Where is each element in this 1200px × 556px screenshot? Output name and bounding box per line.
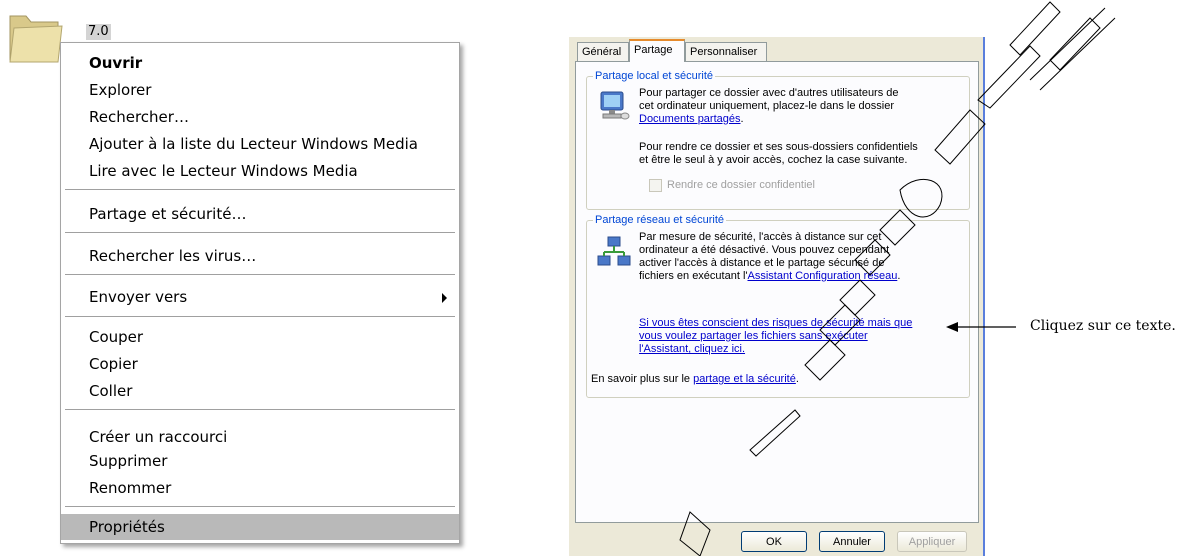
menu-item-partage-securite[interactable]: Partage et sécurité…: [61, 201, 459, 227]
private-folder-checkbox[interactable]: [649, 179, 662, 192]
share-without-wizard-link-line3[interactable]: l'Assistant, cliquez ici.: [639, 343, 745, 356]
network-text-prefix: fichiers en exécutant l': [639, 270, 748, 282]
menu-separator: [65, 316, 455, 317]
ok-button[interactable]: OK: [741, 531, 807, 552]
link-suffix: .: [795, 373, 799, 385]
menu-item-ajouter-liste-wmp[interactable]: Ajouter à la liste du Lecteur Windows Me…: [61, 131, 459, 157]
apply-button[interactable]: Appliquer: [897, 531, 967, 552]
share-without-wizard-link-line2[interactable]: vous voulez partager les fichiers sans e…: [639, 330, 868, 343]
tab-partage[interactable]: Partage: [629, 39, 685, 62]
menu-item-rechercher[interactable]: Rechercher…: [61, 104, 459, 130]
folder-icon[interactable]: [6, 6, 64, 66]
menu-item-creer-raccourci[interactable]: Créer un raccourci: [61, 424, 459, 450]
menu-item-ouvrir[interactable]: Ouvrir: [61, 50, 459, 76]
cancel-button[interactable]: Annuler: [819, 531, 885, 552]
network-sharing-title: Partage réseau et sécurité: [593, 213, 727, 227]
private-folder-text-line2: et être le seul à y avoir accès, cochez …: [639, 154, 908, 166]
learn-more-prefix: En savoir plus sur le: [591, 373, 694, 385]
link-suffix: .: [740, 113, 744, 125]
tab-general[interactable]: Général: [577, 42, 629, 61]
share-without-wizard-link-line1[interactable]: Si vous êtes conscient des risques de sé…: [639, 317, 912, 330]
menu-item-explorer[interactable]: Explorer: [61, 77, 459, 103]
menu-item-copier[interactable]: Copier: [61, 351, 459, 377]
menu-separator: [65, 189, 455, 190]
learn-more-line: En savoir plus sur le partage et la sécu…: [591, 373, 799, 386]
folder-name-label[interactable]: 7.0: [86, 24, 111, 40]
network-wizard-link[interactable]: Assistant Configuration réseau: [748, 270, 898, 282]
submenu-arrow-icon: [442, 293, 447, 303]
local-sharing-title: Partage local et sécurité: [593, 69, 716, 83]
computer-icon: [597, 89, 631, 123]
menu-item-rechercher-virus[interactable]: Rechercher les virus…: [61, 243, 459, 269]
menu-item-label: Envoyer vers: [89, 288, 188, 306]
shared-documents-link[interactable]: Documents partagés: [639, 113, 741, 125]
private-folder-text-line1: Pour rendre ce dossier et ses sous-dossi…: [639, 141, 918, 153]
menu-separator: [65, 506, 455, 507]
menu-item-envoyer-vers[interactable]: Envoyer vers: [61, 284, 459, 310]
menu-item-renommer[interactable]: Renommer: [61, 475, 459, 501]
local-sharing-text-line2: cet ordinateur uniquement, placez-le dan…: [639, 100, 894, 112]
context-menu: Ouvrir Explorer Rechercher… Ajouter à la…: [60, 42, 460, 544]
tab-personnaliser[interactable]: Personnaliser: [685, 42, 767, 61]
network-text-line1: Par mesure de sécurité, l'accès à distan…: [639, 231, 882, 243]
network-text-line3: activer l'accès à distance et le partage…: [639, 257, 885, 269]
tab-page-partage: Partage local et sécurité Pour partager …: [575, 61, 979, 523]
menu-item-lire-wmp[interactable]: Lire avec le Lecteur Windows Media: [61, 158, 459, 184]
menu-item-supprimer[interactable]: Supprimer: [61, 448, 459, 474]
menu-separator: [65, 274, 455, 275]
menu-item-coller[interactable]: Coller: [61, 378, 459, 404]
local-sharing-text-line1: Pour partager ce dossier avec d'autres u…: [639, 87, 899, 99]
local-sharing-group: Partage local et sécurité Pour partager …: [586, 69, 970, 210]
private-folder-checkbox-label: Rendre ce dossier confidentiel: [667, 179, 815, 191]
menu-item-couper[interactable]: Couper: [61, 324, 459, 350]
menu-separator: [65, 409, 455, 410]
annotation-text: Cliquez sur ce texte.: [1030, 318, 1176, 334]
link-suffix: .: [897, 270, 901, 282]
shared-documents-line: Documents partagés.: [639, 113, 744, 126]
menu-separator: [65, 232, 455, 233]
learn-more-link[interactable]: partage et la sécurité: [693, 373, 796, 385]
network-icon: [597, 235, 631, 269]
network-sharing-group: Partage réseau et sécurité Par mesure de…: [586, 213, 970, 398]
network-text-line2: ordinateur a été désactivé. Vous pouvez …: [639, 244, 890, 256]
properties-dialog: Général Partage Personnaliser Partage lo…: [569, 37, 985, 556]
menu-item-proprietes[interactable]: Propriétés: [61, 514, 459, 540]
network-text-line4: fichiers en exécutant l'Assistant Config…: [639, 270, 900, 283]
